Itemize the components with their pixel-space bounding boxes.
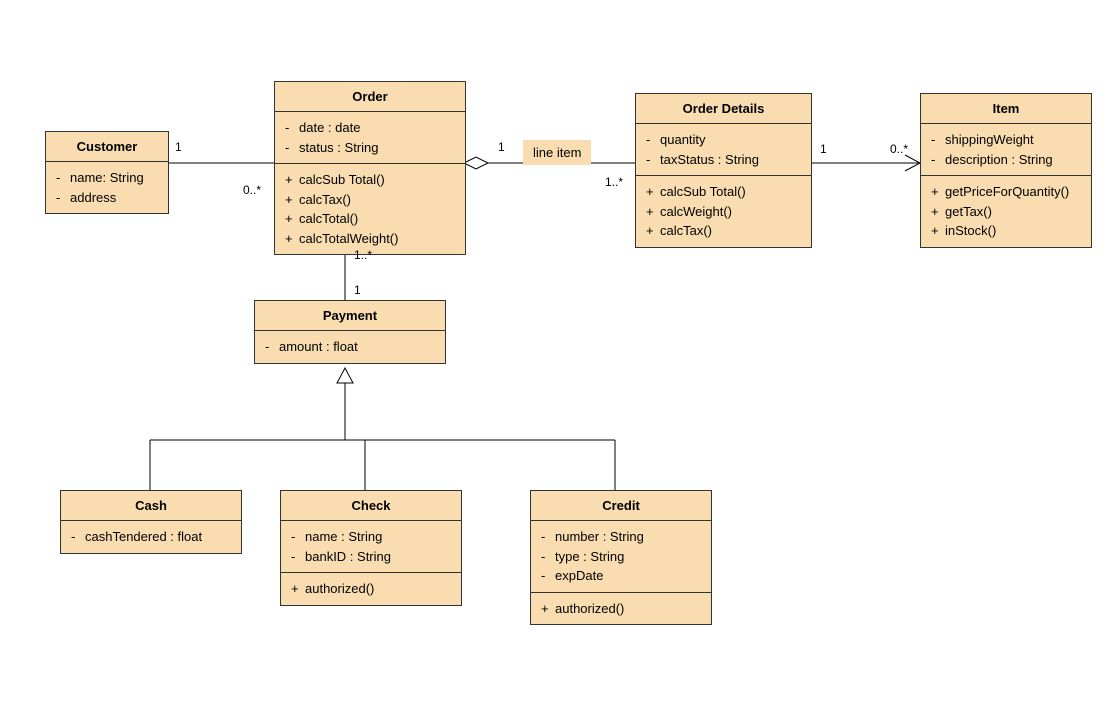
class-attrs: -number : String -type : String -expDate	[531, 521, 711, 593]
mult-details-item-item-side: 0..*	[890, 142, 908, 156]
class-title: Check	[281, 491, 461, 521]
class-item: Item -shippingWeight -description : Stri…	[920, 93, 1092, 248]
mult-order-payment-order-side: 1..*	[354, 248, 372, 262]
association-label-line-item: line item	[523, 140, 591, 165]
mult-details-item-details-side: 1	[820, 142, 827, 156]
class-title: Item	[921, 94, 1091, 124]
class-attrs: -shippingWeight -description : String	[921, 124, 1091, 176]
mult-order-cust-side: 0..*	[243, 183, 261, 197]
class-attrs: -name : String -bankID : String	[281, 521, 461, 573]
class-title: Cash	[61, 491, 241, 521]
class-title: Payment	[255, 301, 445, 331]
class-title: Credit	[531, 491, 711, 521]
mult-order-payment-payment-side: 1	[354, 283, 361, 297]
class-ops: +authorized()	[531, 593, 711, 625]
mult-customer-side: 1	[175, 140, 182, 154]
class-title: Order	[275, 82, 465, 112]
class-attrs: -quantity -taxStatus : String	[636, 124, 811, 176]
class-attrs: -name: String -address	[46, 162, 168, 213]
class-ops: +calcSub Total() +calcTax() +calcTotal()…	[275, 164, 465, 254]
class-attrs: -date : date -status : String	[275, 112, 465, 164]
class-attrs: -cashTendered : float	[61, 521, 241, 553]
class-title: Customer	[46, 132, 168, 162]
class-cash: Cash -cashTendered : float	[60, 490, 242, 554]
class-order-details: Order Details -quantity -taxStatus : Str…	[635, 93, 812, 248]
class-payment: Payment -amount : float	[254, 300, 446, 364]
class-customer: Customer -name: String -address	[45, 131, 169, 214]
class-ops: +getPriceForQuantity() +getTax() +inStoc…	[921, 176, 1091, 247]
class-ops: +calcSub Total() +calcWeight() +calcTax(…	[636, 176, 811, 247]
class-attrs: -amount : float	[255, 331, 445, 363]
class-title: Order Details	[636, 94, 811, 124]
class-order: Order -date : date -status : String +cal…	[274, 81, 466, 255]
class-credit: Credit -number : String -type : String -…	[530, 490, 712, 625]
class-ops: +authorized()	[281, 573, 461, 605]
mult-order-details-details-side: 1..*	[605, 175, 623, 189]
mult-order-details-order-side: 1	[498, 140, 505, 154]
class-check: Check -name : String -bankID : String +a…	[280, 490, 462, 606]
